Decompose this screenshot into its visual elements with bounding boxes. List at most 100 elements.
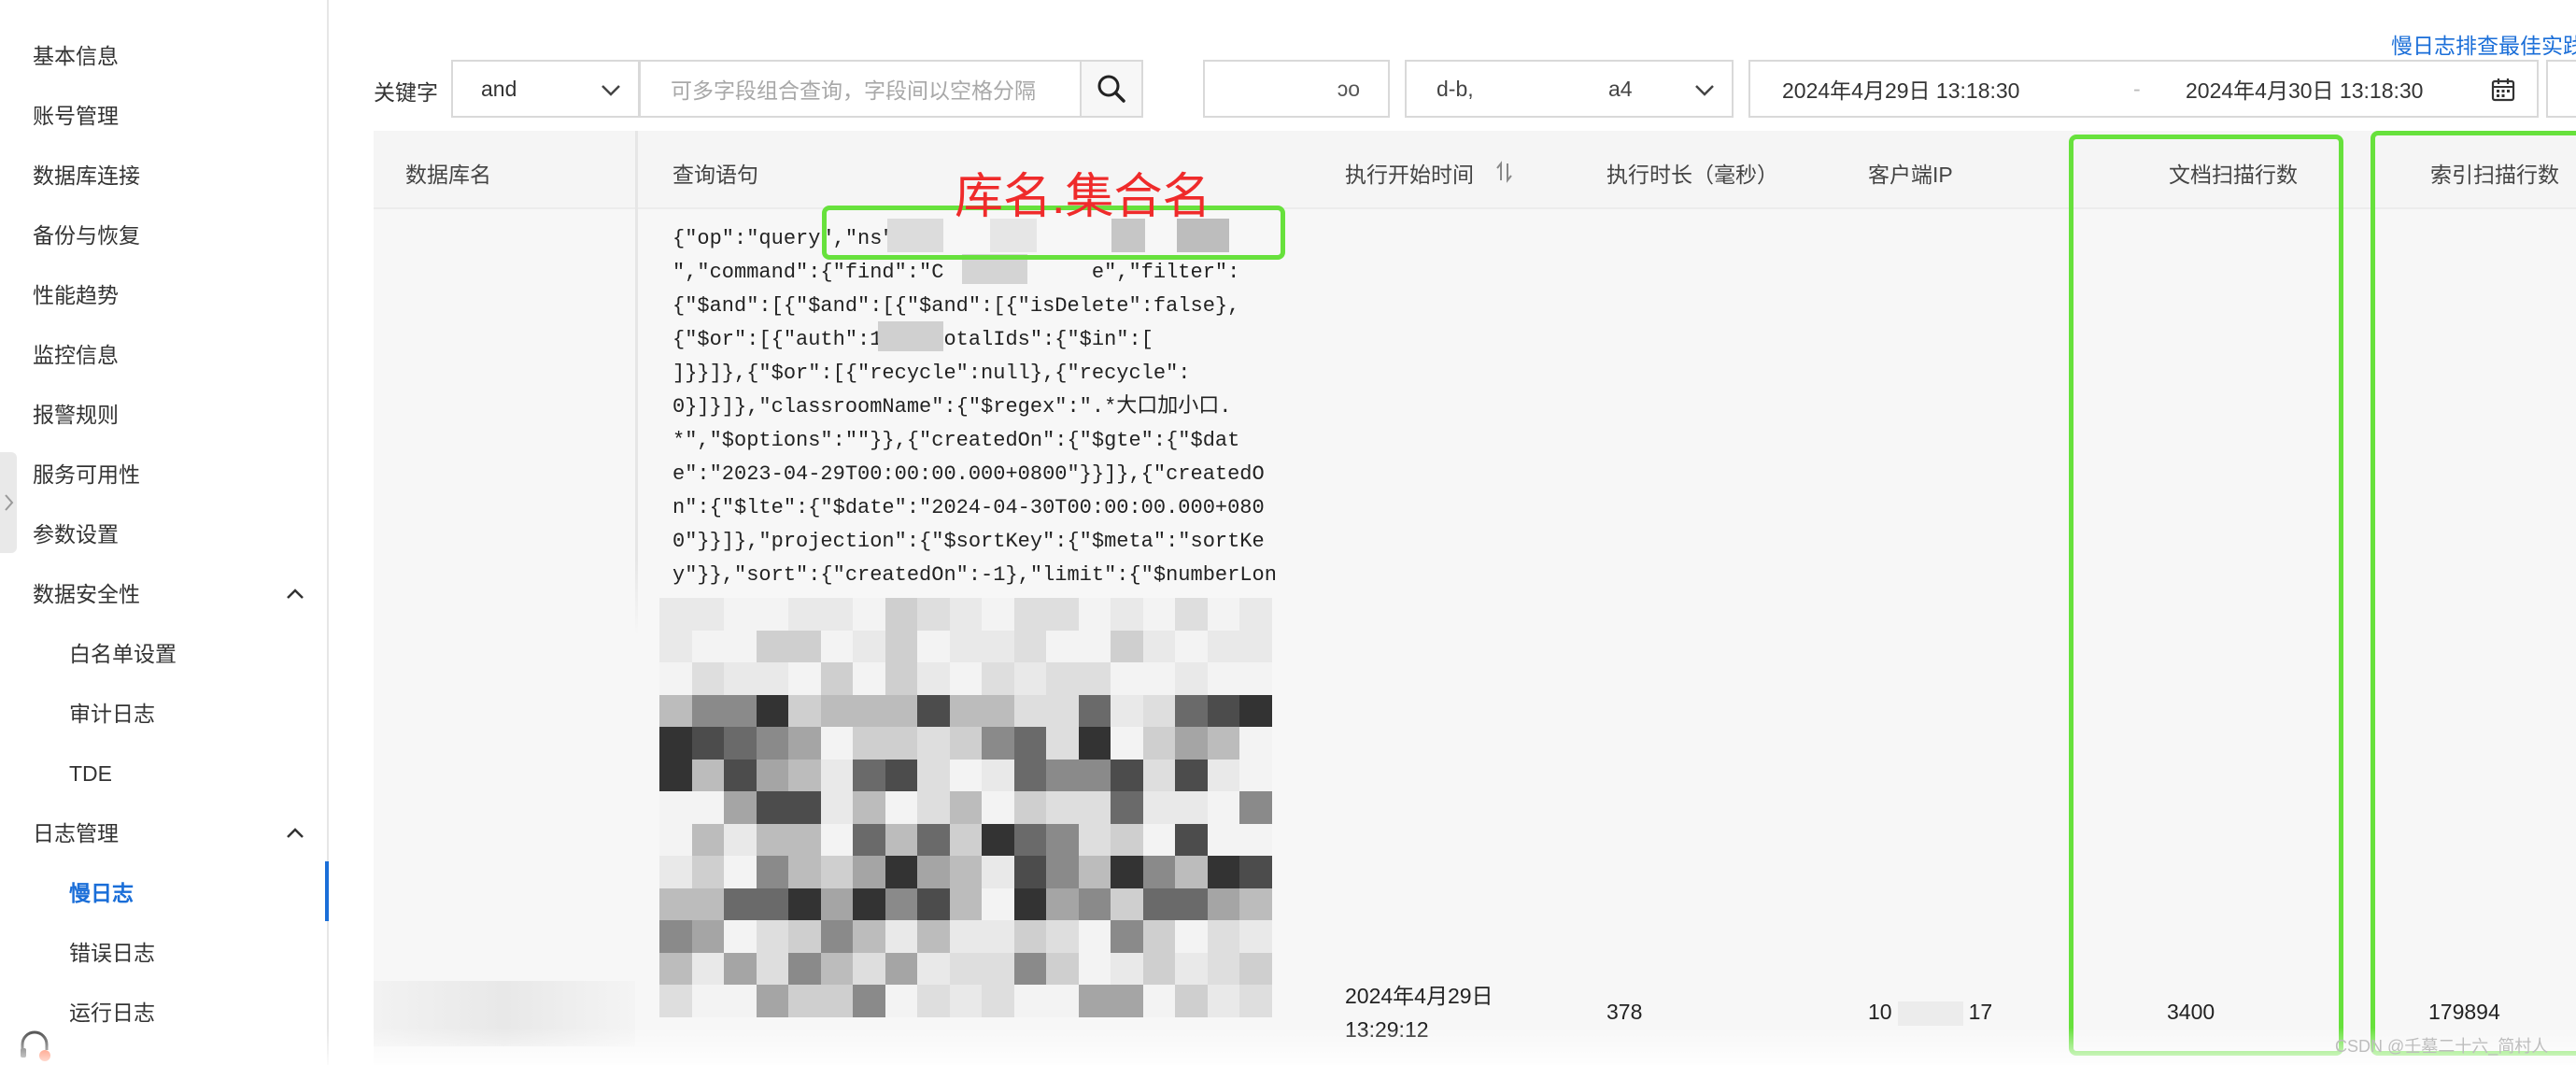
- mosaic-cell: [885, 888, 918, 921]
- mosaic-cell: [1207, 630, 1240, 663]
- instance-select[interactable]: d-b, a4: [1405, 60, 1734, 118]
- sidebar-item-alert-rules[interactable]: 报警规则: [33, 401, 119, 429]
- mosaic-cell: [917, 759, 950, 792]
- mosaic-cell: [949, 856, 983, 888]
- mosaic-cell: [1175, 630, 1208, 663]
- mosaic-cell: [1046, 888, 1079, 921]
- mosaic-cell: [982, 856, 1014, 888]
- mosaic-cell: [885, 759, 918, 792]
- sidebar-item-db-connection[interactable]: 数据库连接: [33, 162, 140, 190]
- sort-icon[interactable]: [1494, 161, 1515, 183]
- sidebar-item-tde[interactable]: TDE: [69, 760, 112, 788]
- mosaic-cell: [885, 727, 918, 760]
- mosaic-cell: [853, 694, 885, 728]
- mosaic-cell: [1175, 856, 1208, 888]
- mosaic-cell: [885, 694, 918, 728]
- mosaic-cell: [691, 630, 725, 663]
- mosaic-cell: [917, 888, 950, 921]
- sidebar-item-basic-info[interactable]: 基本信息: [33, 42, 119, 70]
- mosaic-cell: [820, 759, 854, 792]
- best-practice-link[interactable]: 慢日志排查最佳实践: [2391, 28, 2576, 60]
- mosaic-cell: [1078, 759, 1111, 792]
- mosaic-cell: [949, 662, 983, 695]
- mosaic-cell: [1142, 856, 1176, 888]
- mosaic-cell: [1239, 985, 1272, 1017]
- mosaic-cell: [1239, 856, 1272, 888]
- mosaic-cell: [1207, 727, 1240, 760]
- sidebar-item-backup[interactable]: 备份与恢复: [33, 221, 140, 249]
- start-time-clock: 13:29:12: [1345, 1017, 1429, 1042]
- mosaic-cell: [788, 791, 821, 824]
- database-input[interactable]: ɔo: [1203, 60, 1390, 118]
- mosaic-cell: [885, 823, 918, 857]
- mosaic-cell: [756, 694, 789, 728]
- mosaic-cell: [1207, 985, 1240, 1017]
- mosaic-cell: [1013, 791, 1047, 824]
- sidebar-item-slow-log[interactable]: 慢日志: [69, 879, 134, 907]
- mosaic-cell: [1013, 630, 1047, 663]
- mosaic-cell: [982, 791, 1014, 824]
- mosaic-cell: [724, 952, 757, 986]
- header-query: 查询语句: [672, 163, 758, 187]
- mosaic-cell: [724, 888, 757, 921]
- mosaic-cell: [724, 856, 757, 888]
- extra-filter-box[interactable]: [2546, 60, 2576, 118]
- cell-duration: 378: [1606, 1000, 1643, 1024]
- mosaic-cell: [1175, 727, 1208, 760]
- sidebar-item-audit-log[interactable]: 审计日志: [69, 700, 155, 728]
- mosaic-cell: [659, 598, 692, 631]
- mosaic-cell: [1111, 630, 1143, 663]
- mosaic-cell: [1078, 856, 1111, 888]
- mosaic-cell: [1111, 759, 1143, 792]
- header-start-time[interactable]: 执行开始时间: [1345, 157, 1474, 189]
- mosaic-cell: [917, 727, 950, 760]
- sidebar-item-run-log[interactable]: 运行日志: [69, 999, 155, 1027]
- sidebar-item-whitelist[interactable]: 白名单设置: [69, 640, 177, 668]
- chevron-down-icon: [602, 85, 620, 96]
- mosaic-cell: [724, 920, 757, 953]
- mosaic-cell: [1111, 823, 1143, 857]
- chevron-up-icon[interactable]: [282, 820, 308, 846]
- mosaic-cell: [917, 662, 950, 695]
- help-headset-icon[interactable]: [15, 1026, 54, 1065]
- header-db-name: 数据库名: [405, 163, 491, 187]
- cell-start-time: 2024年4月29日 13:29:12: [1345, 979, 1493, 1046]
- mosaic-cell: [756, 888, 789, 921]
- chevron-up-icon[interactable]: [282, 581, 308, 607]
- mosaic-cell: [691, 694, 725, 728]
- sidebar-item-performance[interactable]: 性能趋势: [33, 281, 119, 309]
- search-button[interactable]: [1080, 60, 1143, 118]
- sidebar-item-monitoring[interactable]: 监控信息: [33, 341, 119, 369]
- mosaic-cell: [1142, 598, 1176, 631]
- date-range-picker[interactable]: 2024年4月29日 13:18:30 - 2024年4月30日 13:18:3…: [1748, 60, 2539, 118]
- sidebar-item-parameters[interactable]: 参数设置: [33, 520, 119, 548]
- mosaic-cell: [1142, 920, 1176, 953]
- mosaic-cell: [1142, 952, 1176, 986]
- mosaic-cell: [659, 759, 692, 792]
- keyword-label: 关键字: [374, 80, 438, 105]
- mosaic-cell: [820, 952, 854, 986]
- sidebar-item-accounts[interactable]: 账号管理: [33, 102, 119, 130]
- sidebar-collapse-handle[interactable]: [0, 452, 17, 553]
- mosaic-cell: [788, 856, 821, 888]
- mosaic-cell: [820, 791, 854, 824]
- mosaic-cell: [659, 630, 692, 663]
- mosaic-cell: [1013, 727, 1047, 760]
- operator-select[interactable]: and: [451, 60, 640, 118]
- mosaic-cell: [853, 630, 885, 663]
- mosaic-cell: [949, 598, 983, 631]
- keyword-input[interactable]: 可多字段组合查询，字段间以空格分隔: [639, 60, 1082, 118]
- sidebar-item-data-security[interactable]: 数据安全性: [33, 580, 140, 608]
- sidebar-item-availability[interactable]: 服务可用性: [33, 461, 140, 489]
- sidebar-item-error-log[interactable]: 错误日志: [69, 939, 155, 967]
- mosaic-cell: [982, 759, 1014, 792]
- mosaic-cell: [1111, 985, 1143, 1017]
- mosaic-cell: [724, 694, 757, 728]
- mosaic-cell: [982, 662, 1014, 695]
- sidebar-item-log-management[interactable]: 日志管理: [33, 819, 119, 847]
- column-divider: [635, 131, 638, 635]
- mosaic-cell: [982, 598, 1014, 631]
- mosaic-cell: [756, 920, 789, 953]
- mosaic-cell: [1239, 952, 1272, 986]
- mosaic-cell: [724, 662, 757, 695]
